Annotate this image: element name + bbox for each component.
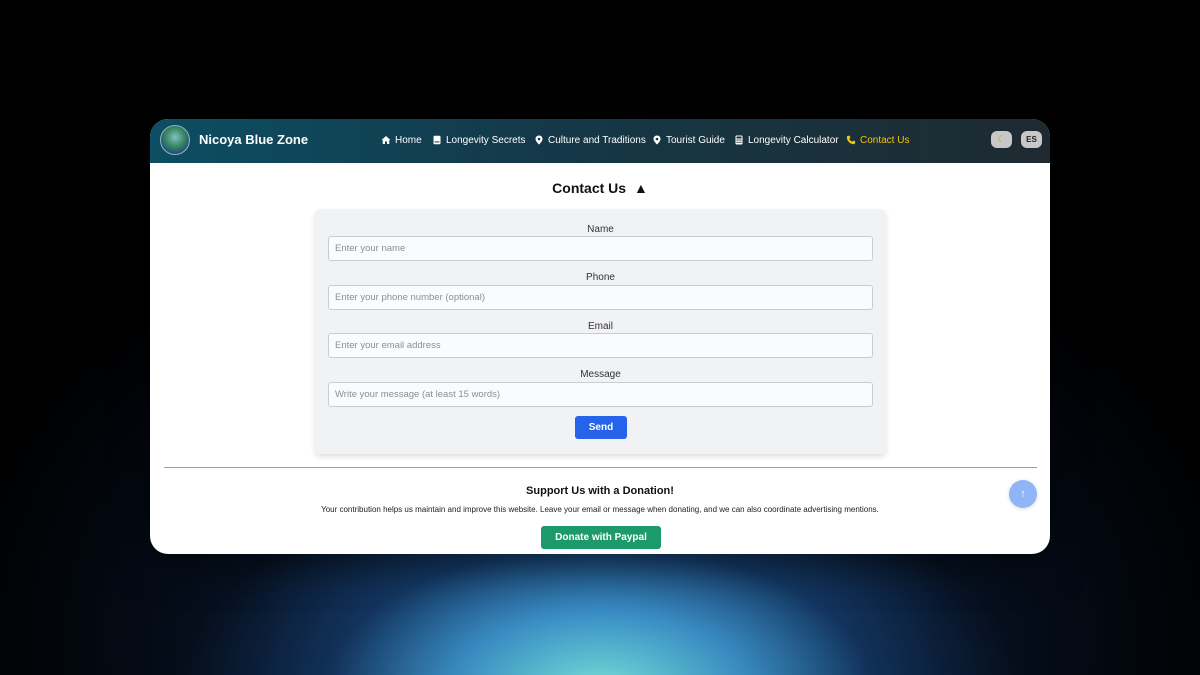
nav-label: Contact Us (860, 134, 910, 146)
nav-item-longevity-calculator[interactable]: Longevity Calculator (734, 133, 839, 147)
send-button[interactable]: Send (575, 416, 627, 439)
logo[interactable] (160, 125, 190, 155)
name-input[interactable] (328, 236, 873, 261)
nav-item-contact-us[interactable]: Contact Us (846, 133, 909, 147)
donate-paypal-button[interactable]: Donate with Paypal (541, 526, 661, 549)
browser-window: Nicoya Blue Zone Home Longevity Secrets … (150, 119, 1050, 554)
brand-name[interactable]: Nicoya Blue Zone (199, 132, 308, 147)
message-label: Message (580, 369, 621, 380)
home-icon (381, 136, 391, 144)
nav-label: Culture and Traditions (548, 134, 646, 146)
nav-item-home[interactable]: Home (381, 133, 422, 147)
page-title-text: Contact Us (552, 180, 627, 196)
book-icon (433, 135, 441, 145)
nav-item-tourist-guide[interactable]: Tourist Guide (652, 133, 725, 147)
nav-item-longevity-secrets[interactable]: Longevity Secrets (432, 133, 526, 147)
phone-icon (846, 135, 856, 145)
calculator-icon (735, 135, 743, 145)
moon-icon: ☾ (997, 134, 1006, 144)
map-pin-icon (535, 135, 543, 145)
message-input[interactable] (328, 382, 873, 407)
triangle-up-icon: ▲ (633, 180, 648, 196)
phone-label: Phone (586, 272, 615, 283)
nav-label: Tourist Guide (666, 134, 725, 146)
contact-form: Name Phone Email Message Send (315, 209, 886, 454)
arrow-up-icon: ↑ (1020, 488, 1026, 500)
nav-label: Longevity Calculator (748, 134, 839, 146)
scroll-to-top-button[interactable]: ↑ (1009, 480, 1037, 508)
email-label: Email (587, 321, 613, 332)
nav-label: Home (395, 134, 422, 146)
navbar: Nicoya Blue Zone Home Longevity Secrets … (150, 119, 1050, 163)
phone-input[interactable] (328, 285, 873, 310)
name-label: Name (587, 224, 614, 235)
page-title: Contact Us ▲ (150, 180, 1050, 196)
donation-title: Support Us with a Donation! (526, 485, 674, 497)
divider (164, 467, 1037, 468)
email-input[interactable] (328, 333, 873, 358)
donation-text: Your contribution helps us maintain and … (321, 505, 879, 514)
map-pin-icon (653, 135, 661, 145)
language-toggle[interactable]: ES (1021, 131, 1042, 148)
dark-mode-toggle[interactable]: ☾ (991, 131, 1012, 148)
nav-label: Longevity Secrets (446, 134, 526, 146)
language-label: ES (1026, 135, 1037, 144)
nav-item-culture-and-traditions[interactable]: Culture and Traditions (534, 133, 646, 147)
